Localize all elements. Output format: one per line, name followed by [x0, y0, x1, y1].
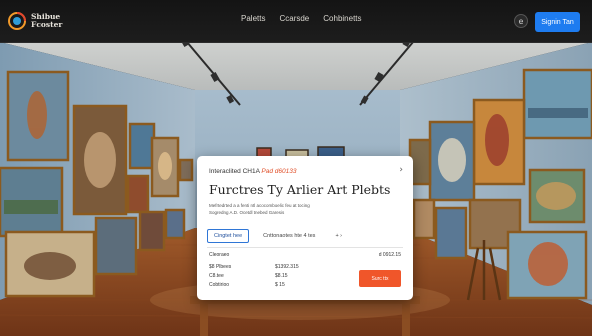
card-eyebrow: Interaclited CH1A Pad d60133 — [209, 168, 296, 175]
tab-secondary[interactable]: Cnttonaotes hte 4 tes — [257, 230, 321, 242]
description-line: Sogredng A.D. Ocetdl tnebed Garesis — [209, 210, 285, 215]
eyebrow-accent: Pad d60133 — [261, 168, 297, 175]
card-tabs: Cingtet hee Cnttonaotes hte 4 tes + › — [207, 229, 348, 243]
nav-item-ccarsde[interactable]: Ccarsde — [279, 14, 309, 23]
tab-more[interactable]: + › — [329, 230, 348, 242]
row-value: $8.15 — [275, 273, 288, 279]
chevron-right-icon[interactable]: › — [399, 165, 403, 175]
description-line: Mefrtedrted a a fenti ntl acocomboelic f… — [209, 203, 310, 208]
card-description: Mefrtedrted a a fenti ntl acocomboelic f… — [209, 202, 399, 216]
row-label: $8 Plbees — [209, 264, 232, 270]
row-value: $ 15 — [275, 282, 285, 288]
eyebrow-prefix: Interaclited CH1A — [209, 168, 260, 175]
row-right-value: d 0912.15 — [378, 252, 401, 258]
brand-icon — [8, 12, 26, 30]
card-title: Furctres Ty Arlier Art Plebts — [209, 182, 391, 197]
nav-item-paletts[interactable]: Paletts — [241, 14, 265, 23]
tab-active[interactable]: Cingtet hee — [207, 229, 250, 243]
table-row: Cleoraeo d 0912.15 — [209, 252, 401, 261]
brand-name-line2: Fcoster — [31, 20, 63, 29]
main-nav: Paletts Ccarsde Cohbinetts — [241, 14, 362, 23]
brand-logo-link[interactable]: Shibue Fcoster — [8, 11, 62, 31]
brand-name: Shibue Fcoster — [31, 13, 62, 29]
card-divider — [207, 247, 403, 248]
top-navigation-bar: Shibue Fcoster Paletts Ccarsde Cohbinett… — [0, 0, 592, 43]
buy-button[interactable]: Surc ttx — [359, 270, 401, 287]
nav-item-cohbinetts[interactable]: Cohbinetts — [323, 14, 361, 23]
sign-in-button[interactable]: Signin Tan — [535, 12, 580, 32]
circle-e-icon[interactable]: e — [514, 14, 528, 28]
row-label: Cobtirioo — [209, 282, 230, 288]
row-label: C8.tee — [209, 273, 224, 279]
row-value: $1392.315 — [275, 264, 299, 270]
row-label: Cleoraeo — [209, 252, 230, 258]
